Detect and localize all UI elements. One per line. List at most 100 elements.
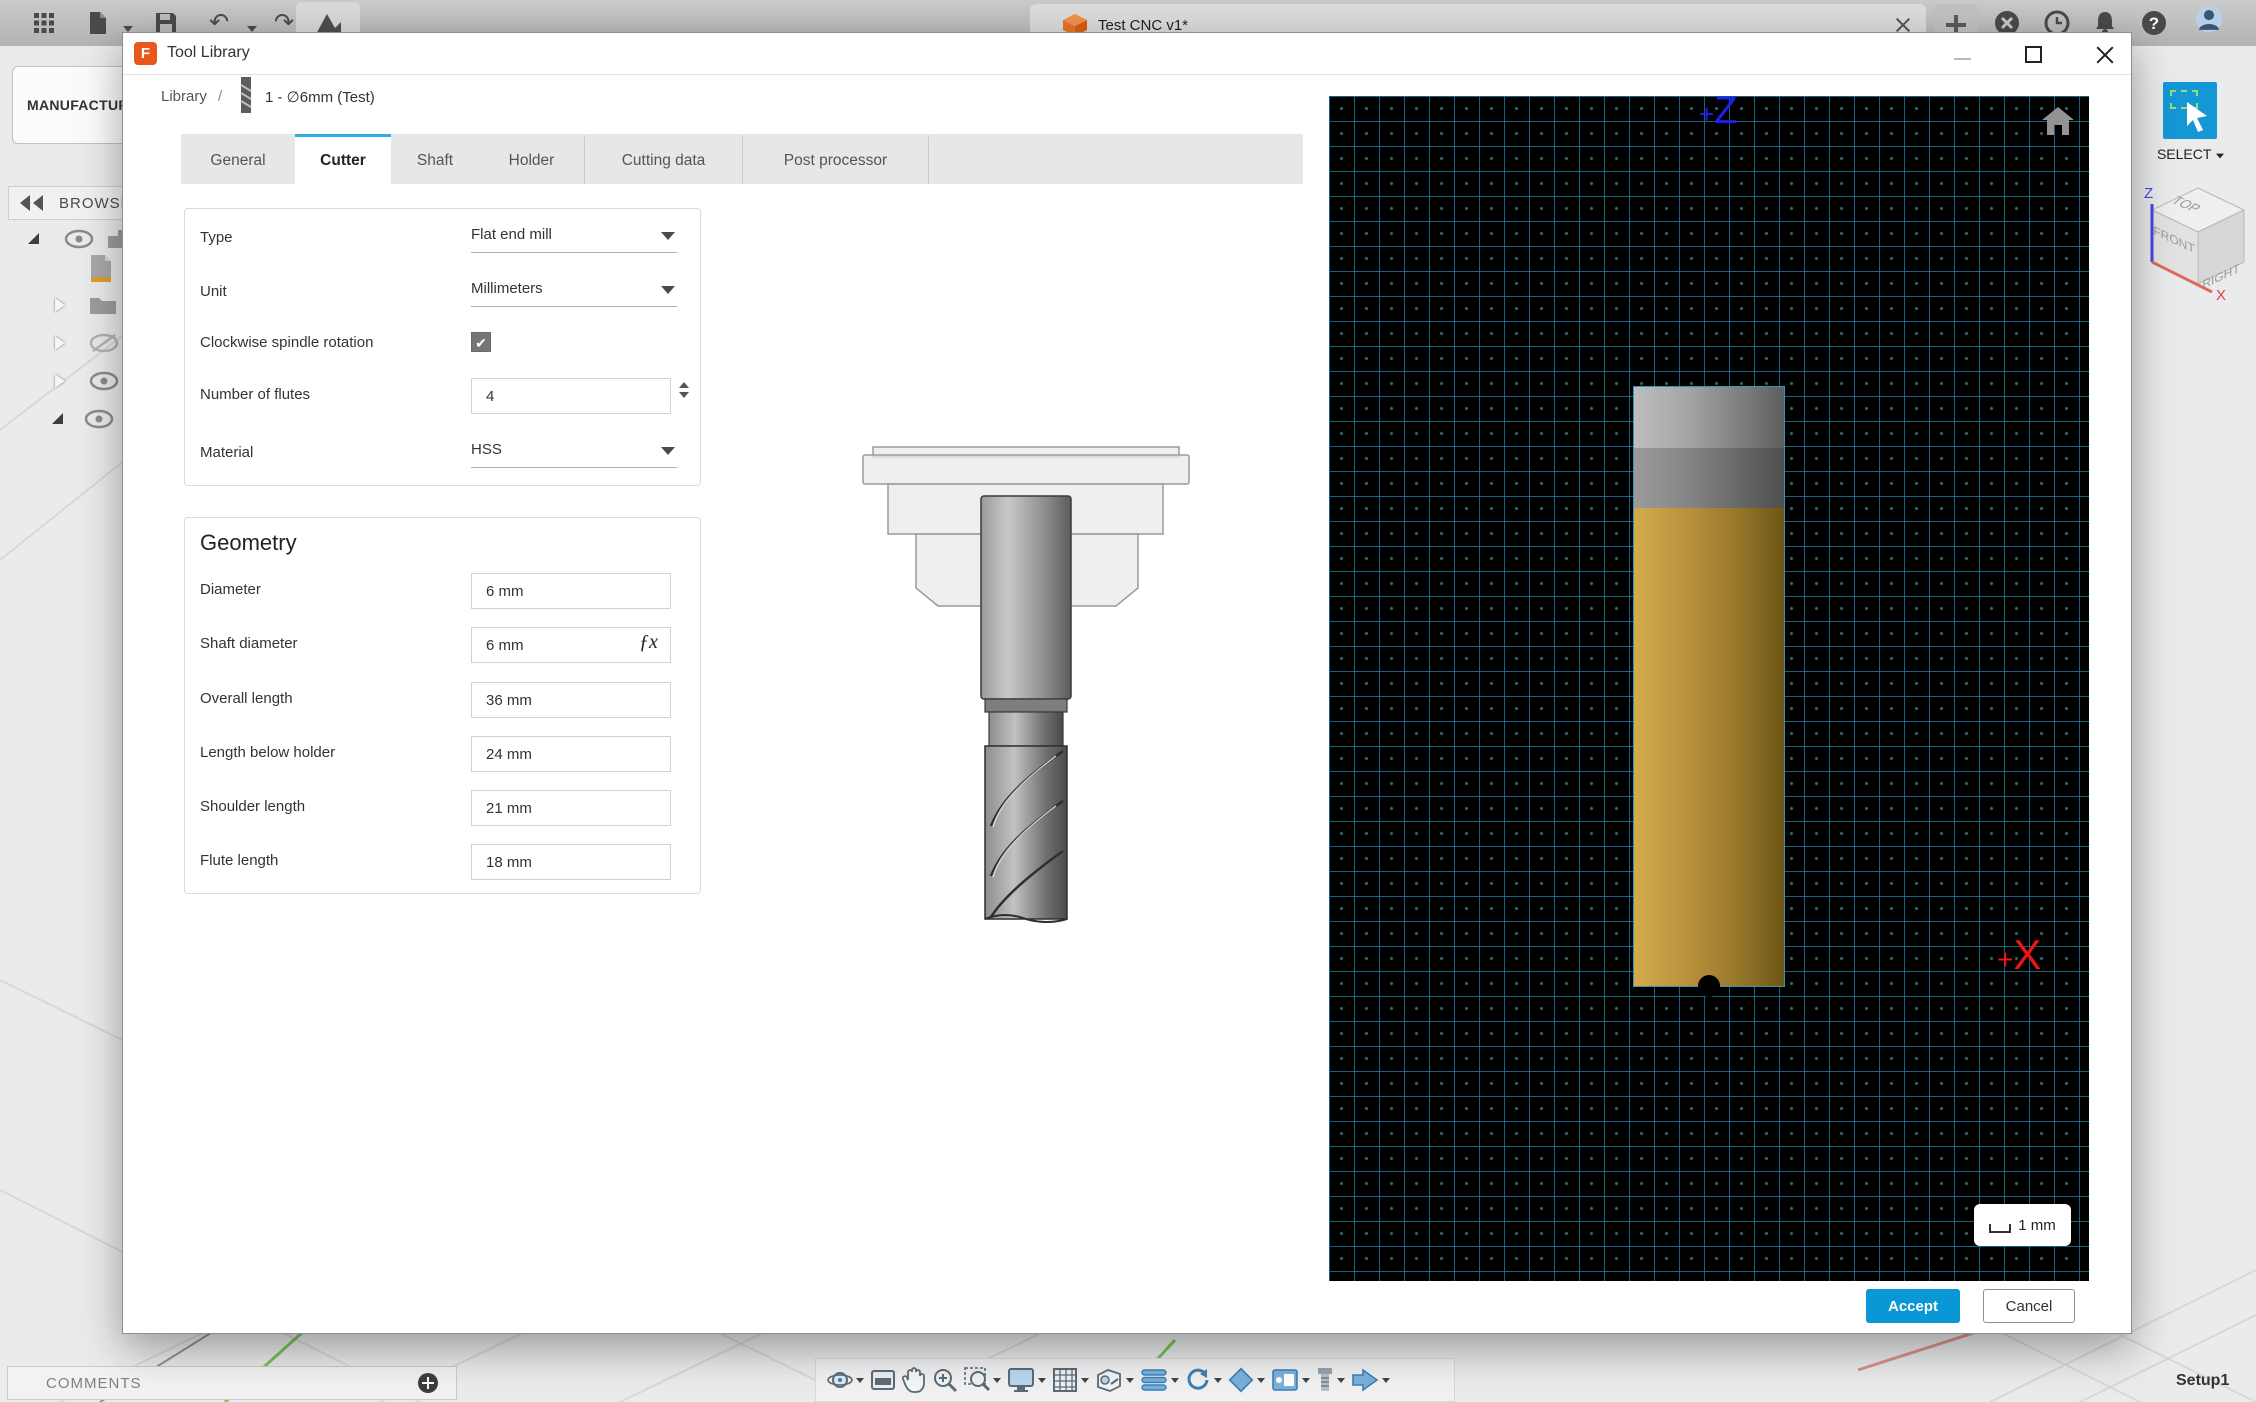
grid-and-snaps-icon[interactable] (1052, 1367, 1089, 1393)
machine-icon[interactable] (1271, 1367, 1310, 1393)
spindle-rotation-checkbox[interactable]: ✔ (471, 332, 491, 352)
pan-icon[interactable] (902, 1367, 926, 1393)
navigation-toolbar (815, 1358, 1455, 1402)
tab-post-processor[interactable]: Post processor (743, 134, 929, 184)
tree-row[interactable] (50, 404, 114, 434)
overall-length-input[interactable] (471, 682, 671, 718)
shoulder-length-input[interactable] (471, 790, 671, 826)
expanded-triangle-icon[interactable] (50, 411, 66, 427)
tab-cutter[interactable]: Cutter (295, 134, 391, 184)
stock-icon[interactable] (1228, 1367, 1265, 1393)
tool-tip-origin-dot (1698, 975, 1720, 997)
regenerate-icon[interactable] (1185, 1367, 1222, 1393)
document-settings-icon (91, 255, 111, 282)
unit-label: Unit (200, 283, 227, 300)
chevron-down-icon (661, 447, 675, 455)
number-of-flutes-input[interactable] (471, 378, 671, 414)
scale-value: 1 mm (2018, 1216, 2056, 1234)
collapse-panel-icon[interactable] (19, 195, 45, 211)
eye-visible-icon[interactable] (64, 229, 94, 249)
fx-expression-icon[interactable]: ƒx (639, 631, 658, 654)
view-cube[interactable]: TOP FRONT RIGHT Z X (2136, 180, 2256, 302)
type-label: Type (200, 229, 233, 246)
unit-dropdown[interactable]: Millimeters (471, 280, 677, 307)
zoom-window-icon[interactable] (964, 1367, 1001, 1393)
geometry-section-title: Geometry (200, 530, 297, 555)
viewcube-x-axis-label: X (2216, 287, 2226, 302)
type-value: Flat end mill (471, 226, 552, 243)
look-at-icon[interactable] (870, 1368, 896, 1392)
diameter-label: Diameter (200, 581, 261, 598)
collapsed-triangle-icon[interactable] (55, 374, 65, 388)
viewports-icon[interactable] (1095, 1367, 1134, 1393)
app-grid-icon[interactable] (30, 9, 58, 37)
close-icon[interactable] (2095, 45, 2114, 64)
flute-length-input[interactable] (471, 844, 671, 880)
tool-flute-body (1634, 508, 1784, 986)
orbit-icon[interactable] (827, 1367, 864, 1393)
folder-icon (90, 298, 116, 314)
add-comment-icon[interactable] (418, 1373, 438, 1393)
tool-library-dialog: F Tool Library Library / 1 - ∅6mm (Test)… (122, 32, 2132, 1334)
number-of-flutes-label: Number of flutes (200, 386, 311, 403)
toolpath-icon[interactable] (1140, 1368, 1179, 1392)
zoom-icon[interactable] (932, 1367, 958, 1393)
accept-button[interactable]: Accept (1866, 1289, 1960, 1323)
post-process-icon[interactable] (1351, 1368, 1390, 1392)
home-view-icon[interactable] (2041, 106, 2075, 136)
tree-row[interactable] (55, 290, 117, 320)
viewcube-z-axis-label: Z (2144, 185, 2153, 202)
display-settings-icon[interactable] (1007, 1367, 1046, 1393)
file-icon[interactable] (84, 9, 112, 37)
select-tool-button[interactable] (2163, 82, 2217, 139)
tool-thumbnail-icon (240, 77, 252, 113)
breadcrumb-library-link[interactable]: Library (161, 88, 207, 105)
collapsed-triangle-icon[interactable] (55, 336, 65, 350)
tool-icon[interactable] (1316, 1367, 1345, 1393)
avatar[interactable] (2195, 5, 2223, 33)
length-below-holder-input[interactable] (471, 736, 671, 772)
eye-hidden-icon[interactable] (89, 332, 119, 354)
cursor-arrow-icon (2187, 102, 2207, 132)
tool-3d-viewport[interactable]: +Z +X 1 mm (1329, 96, 2089, 1281)
eye-visible-icon[interactable] (84, 409, 114, 429)
unit-value: Millimeters (471, 280, 543, 297)
tab-holder[interactable]: Holder (479, 134, 585, 184)
eye-visible-icon[interactable] (89, 371, 119, 391)
comments-bar[interactable]: COMMENTS (7, 1366, 457, 1400)
setup-label: Setup1 (2176, 1372, 2230, 1389)
type-dropdown[interactable]: Flat end mill (471, 226, 677, 253)
select-tool-label[interactable]: SELECT (2146, 146, 2236, 162)
tree-row[interactable] (55, 328, 119, 358)
stepper-up-icon (679, 382, 689, 388)
overall-length-label: Overall length (200, 690, 293, 707)
tab-shaft[interactable]: Shaft (391, 134, 479, 184)
diameter-input[interactable] (471, 573, 671, 609)
material-value: HSS (471, 441, 502, 458)
chevron-down-icon (661, 286, 675, 294)
tool-3d-model[interactable] (1633, 386, 1785, 997)
fusion-logo-icon: F (134, 42, 157, 65)
chevron-down-icon (661, 232, 675, 240)
dialog-titlebar[interactable]: F Tool Library (123, 33, 2131, 75)
maximize-icon[interactable] (2025, 46, 2042, 63)
tab-cutting-data[interactable]: Cutting data (585, 134, 743, 184)
material-dropdown[interactable]: HSS (471, 441, 677, 468)
dialog-title: Tool Library (167, 44, 250, 61)
dialog-tabbar: General Cutter Shaft Holder Cutting data… (181, 134, 1303, 184)
tree-row[interactable] (55, 366, 119, 396)
tree-row[interactable] (88, 254, 114, 284)
help-icon[interactable]: ? (2140, 9, 2168, 37)
expanded-triangle-icon[interactable] (26, 231, 42, 247)
tab-general[interactable]: General (181, 134, 295, 184)
length-below-holder-label: Length below holder (200, 744, 336, 761)
collapsed-triangle-icon[interactable] (55, 298, 65, 312)
document-title: Test CNC v1* (1098, 16, 1189, 34)
cancel-button[interactable]: Cancel (1983, 1289, 2075, 1323)
flutes-stepper[interactable] (679, 382, 689, 398)
flute-length-label: Flute length (200, 852, 279, 869)
tree-row[interactable] (26, 224, 132, 254)
minimize-icon[interactable] (1954, 58, 1971, 60)
tool-shank-upper (1634, 387, 1784, 448)
shaft-diameter-label: Shaft diameter (200, 635, 298, 652)
